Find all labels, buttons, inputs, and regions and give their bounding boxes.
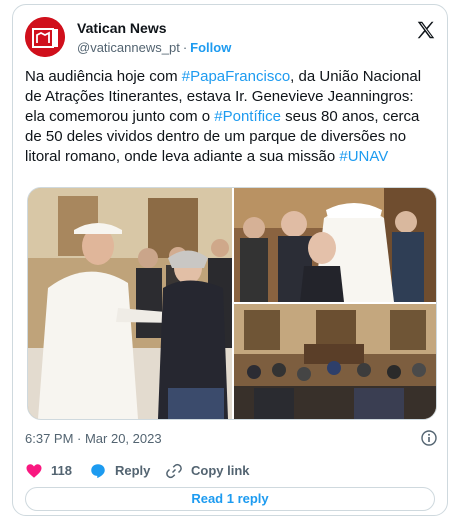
vatican-news-logo-icon[interactable] [25,17,65,57]
media-grid [27,187,437,420]
author-handle-row: @vaticannews_pt · Follow [77,39,231,57]
hashtag-link[interactable]: #UNAV [339,148,388,165]
author-info: Vatican News @vaticannews_pt · Follow [77,19,231,57]
read-replies-button[interactable]: Read 1 reply [25,487,435,511]
photo-audience-hall[interactable] [234,304,436,419]
copy-link-button[interactable]: Copy link [165,461,250,481]
author-handle[interactable]: @vaticannews_pt [77,40,180,55]
follow-button[interactable]: Follow [190,40,231,55]
tweet-timestamp[interactable]: 6:37 PM · Mar 20, 2023 [25,431,162,446]
link-icon [166,463,182,479]
tweet-text-segment: Na audiência hoje com [25,68,182,85]
x-logo-icon[interactable] [415,19,437,41]
tweet-header: Vatican News @vaticannews_pt · Follow [25,15,437,59]
tweet-meta: 6:37 PM · Mar 20, 2023 [25,430,437,448]
tweet-text: Na audiência hoje com #PapaFrancisco, da… [25,67,435,167]
hashtag-link[interactable]: #PapaFrancisco [182,68,290,85]
like-count: 118 [51,463,72,478]
copy-link-label: Copy link [191,463,250,478]
tweet-actions: 118 Reply Copy link [25,461,437,481]
photo-pope-greeting-nun[interactable] [28,188,232,419]
heart-icon [26,464,42,478]
reply-label: Reply [115,463,151,478]
info-icon[interactable] [421,430,437,446]
reply-button[interactable]: Reply [89,461,150,481]
tweet-card: Vatican News @vaticannews_pt · Follow Na a… [12,4,448,516]
author-display-name[interactable]: Vatican News [77,19,231,37]
like-button[interactable]: 118 [25,461,72,481]
separator-dot: · [182,40,188,55]
photo-pope-with-nun-closeup[interactable] [234,188,436,302]
hashtag-link[interactable]: #Pontífice [214,108,281,125]
reply-bubble-icon [91,464,105,479]
